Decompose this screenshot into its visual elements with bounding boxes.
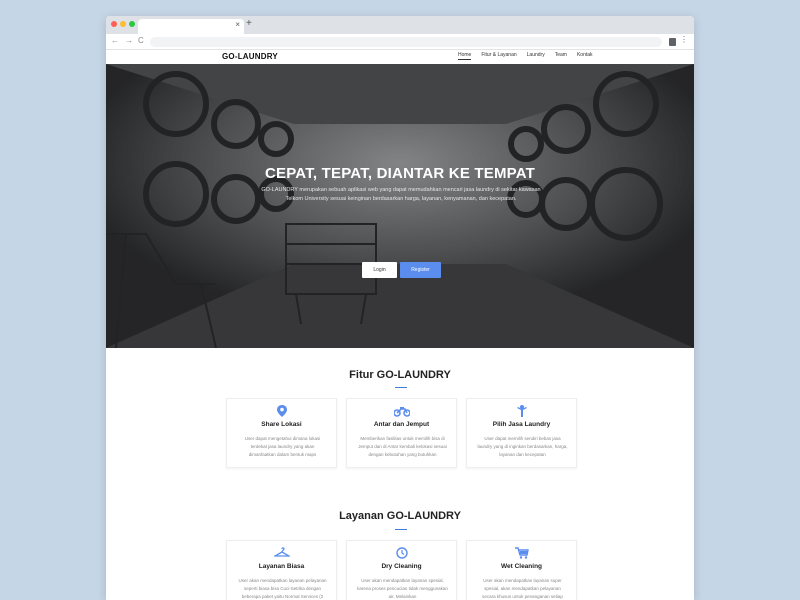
cart-icon: [467, 547, 576, 559]
main-menu: Home Fitur & Layanan Laundry Team Kontak: [458, 52, 593, 60]
feature-card-antar-jemput: Antar dan Jemput Memberikan fasilitas un…: [346, 398, 457, 468]
motorcycle-icon: [347, 405, 456, 417]
login-button[interactable]: Login: [362, 262, 397, 278]
menu-item-laundry[interactable]: Laundry: [527, 52, 545, 60]
service-card-title: Layanan Biasa: [258, 563, 305, 570]
brand-logo[interactable]: GO-LAUNDRY: [222, 52, 278, 61]
menu-item-kontak[interactable]: Kontak: [577, 52, 593, 60]
feature-card-description: Memberikan fasilitas untuk memilih bisa …: [358, 436, 447, 457]
hero-description: GO-LAUNDRY merupakan sebuah aplikasi web…: [261, 187, 541, 202]
new-tab-button[interactable]: +: [246, 18, 252, 29]
services-title-underline: [395, 529, 407, 530]
feature-card-title: Pilih Jasa Laundry: [492, 421, 551, 428]
person-icon: [467, 405, 576, 417]
reload-button[interactable]: C: [138, 36, 144, 45]
hero-section: CEPAT, TEPAT, DIANTAR KE TEMPAT GO-LAUND…: [106, 64, 694, 348]
service-card-title: Dry Cleaning: [381, 563, 422, 570]
browser-toolbar: ← → C ⋮: [106, 34, 694, 50]
feature-card-title: Antar dan Jemput: [373, 421, 430, 428]
forward-button[interactable]: →: [125, 36, 133, 45]
close-window-button[interactable]: [111, 21, 117, 27]
feature-card-share-lokasi: Share Lokasi User dapat mengetahui diman…: [226, 398, 337, 468]
window-controls: [111, 21, 135, 27]
feature-card-pilih-jasa: Pilih Jasa Laundry User dapat memilih se…: [466, 398, 577, 468]
service-card-description: User akan mendapatkan layanan pelayanan …: [238, 578, 327, 599]
maximize-window-button[interactable]: [129, 21, 135, 27]
site-navbar: GO-LAUNDRY Home Fitur & Layanan Laundry …: [106, 50, 694, 64]
menu-item-home[interactable]: Home: [458, 52, 472, 60]
service-card-wet-cleaning: Wet Cleaning User akan mendapatkan layan…: [466, 540, 577, 600]
address-bar[interactable]: [150, 37, 662, 47]
minimize-window-button[interactable]: [120, 21, 126, 27]
feature-card-description: User dapat mengetahui dimana lokasi terd…: [244, 436, 321, 457]
hero-overlay: [106, 64, 694, 348]
services-title: Layanan GO-LAUNDRY: [339, 510, 461, 522]
features-title-underline: [395, 387, 407, 388]
service-card-title: Wet Cleaning: [500, 563, 543, 570]
feature-card-description: User dapat memilih sendiri bebas jasa la…: [477, 436, 568, 457]
browser-tab[interactable]: ×: [138, 19, 244, 34]
browser-menu-icon[interactable]: ⋮: [680, 35, 688, 44]
service-card-dry-cleaning: Dry Cleaning User akan mendapatkan layan…: [346, 540, 457, 600]
service-card-description: User akan mendapatkan layanan spesial, k…: [357, 578, 448, 599]
service-card-layanan-biasa: Layanan Biasa User akan mendapatkan laya…: [226, 540, 337, 600]
feature-card-title: Share Lokasi: [261, 421, 302, 428]
menu-item-team[interactable]: Team: [555, 52, 567, 60]
service-card-description: User akan mendapatkan layanan super spes…: [482, 578, 563, 599]
hero-title: CEPAT, TEPAT, DIANTAR KE TEMPAT: [264, 165, 536, 182]
hanger-icon: [227, 547, 336, 559]
location-pin-icon: [227, 405, 336, 417]
features-title: Fitur GO-LAUNDRY: [349, 369, 451, 381]
browser-window: × + ← → C ⋮ GO-LAUNDRY Home Fitur & Laya…: [106, 16, 694, 600]
clock-icon: [347, 547, 456, 559]
menu-item-fitur-layanan[interactable]: Fitur & Layanan: [481, 52, 516, 60]
tab-strip: × +: [106, 16, 694, 34]
tab-close-icon[interactable]: ×: [235, 20, 240, 29]
extension-icon[interactable]: [669, 38, 676, 46]
register-button[interactable]: Register: [400, 262, 441, 278]
back-button[interactable]: ←: [111, 36, 119, 45]
